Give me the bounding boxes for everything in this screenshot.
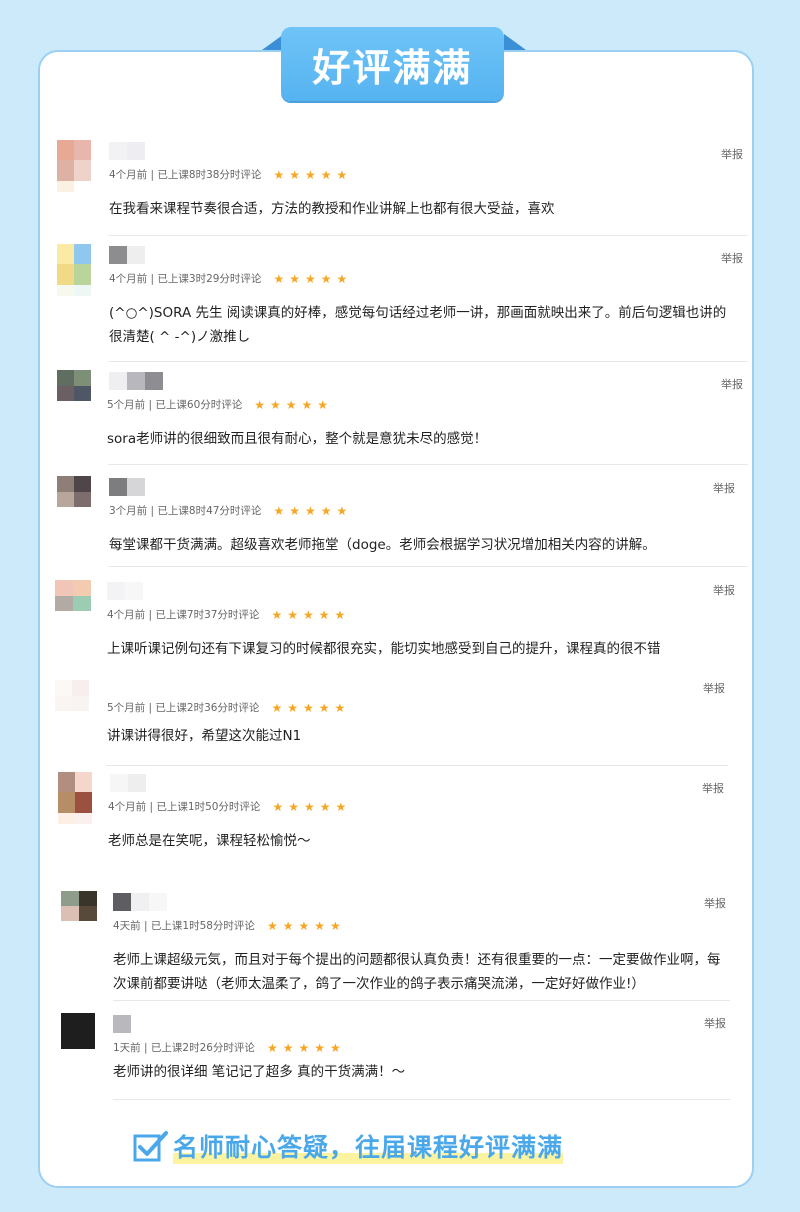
review-meta: 4个月前 | 已上课1时50分时评论 ★★★★★ — [108, 799, 351, 814]
divider — [108, 361, 748, 362]
review-meta: 3个月前 | 已上课8时47分时评论 ★★★★★ — [109, 503, 352, 518]
review-time: 4个月前 | 已上课3时29分时评论 — [109, 273, 262, 285]
divider — [108, 464, 748, 465]
review-item: 4个月前 | 已上课1时50分时评论 ★★★★★ 举报 老师总是在笑呢，课程轻松愉… — [58, 772, 738, 862]
star-rating: ★★★★★ — [273, 503, 353, 518]
star-rating: ★★★★★ — [266, 918, 346, 933]
report-button[interactable]: 举报 — [721, 250, 743, 266]
username-blurred — [113, 1015, 131, 1033]
review-text: 老师上课超级元気，而且对于每个提出的问题都很认真负责！还有很重要的一点：一定要做… — [113, 952, 721, 992]
review-meta: 4个月前 | 已上课3时29分时评论 ★★★★★ — [109, 271, 352, 286]
header-title: 好评满满 — [312, 45, 473, 90]
report-button[interactable]: 举报 — [713, 582, 735, 598]
avatar — [55, 680, 89, 720]
report-button[interactable]: 举报 — [713, 480, 735, 496]
review-text: 讲课讲得很好，希望这次能过N1 — [107, 728, 302, 744]
username-blurred — [107, 582, 143, 600]
star-rating: ★★★★★ — [254, 397, 334, 412]
review-item: 4个月前 | 已上课8时38分时评论 ★★★★★ 举报 在我看来课程节奏很合适，方… — [57, 140, 747, 230]
star-rating: ★★★★★ — [266, 1040, 346, 1055]
review-text: 在我看来课程节奏很合适，方法的教授和作业讲解上也都有很大受益，喜欢 — [109, 201, 555, 217]
review-time: 5个月前 | 已上课60分时评论 — [107, 399, 243, 411]
checkbox-check-icon — [133, 1130, 169, 1162]
star-rating: ★★★★★ — [273, 167, 353, 182]
report-button[interactable]: 举报 — [721, 376, 743, 392]
review-meta: 1天前 | 已上课2时26分时评论 ★★★★★ — [113, 1040, 346, 1055]
avatar — [57, 244, 91, 296]
star-rating: ★★★★★ — [273, 271, 353, 286]
report-button[interactable]: 举报 — [721, 146, 743, 162]
review-meta: 5个月前 | 已上课60分时评论 ★★★★★ — [107, 397, 333, 412]
divider — [113, 1000, 730, 1001]
report-button[interactable]: 举报 — [704, 895, 726, 911]
username-blurred — [113, 893, 167, 911]
review-meta: 4个月前 | 已上课7时37分时评论 ★★★★★ — [107, 607, 350, 622]
avatar — [57, 140, 91, 192]
report-button[interactable]: 举报 — [704, 1015, 726, 1031]
review-item: 4天前 | 已上课1时58分时评论 ★★★★★ 举报 老师上课超级元気，而且对于每… — [61, 891, 741, 992]
footer-text: 名师耐心答疑，往届课程好评满满 — [173, 1128, 564, 1164]
ribbon-right-fold — [504, 34, 526, 50]
username-blurred — [109, 246, 145, 264]
review-text: 老师总是在笑呢，课程轻松愉悦～ — [108, 833, 311, 849]
footer-slogan: 名师耐心答疑，往届课程好评满满 — [133, 1128, 564, 1164]
avatar — [58, 772, 92, 824]
review-item: 1天前 | 已上课2时26分时评论 ★★★★★ 举报 老师讲的很详细 笔记记了超多… — [61, 1013, 741, 1103]
review-text: 上课听课记例句还有下课复习的时候都很充实，能切实地感受到自己的提升，课程真的很不… — [107, 641, 661, 657]
review-time: 1天前 | 已上课2时26分时评论 — [113, 1042, 255, 1054]
review-time: 4个月前 | 已上课8时38分时评论 — [109, 169, 262, 181]
username-blurred — [110, 774, 146, 792]
divider — [113, 1099, 730, 1100]
username-blurred — [109, 372, 163, 390]
avatar — [57, 476, 91, 516]
divider — [108, 566, 748, 567]
star-rating: ★★★★★ — [272, 799, 352, 814]
review-time: 4天前 | 已上课1时58分时评论 — [113, 920, 255, 932]
review-item: 5个月前 | 已上课60分时评论 ★★★★★ 举报 sora老师讲的很细致而且很有… — [57, 370, 747, 460]
avatar — [61, 1013, 95, 1049]
review-text: 每堂课都干货满满。超级喜欢老师拖堂（doge。老师会根据学习状况增加相关内容的讲… — [109, 537, 656, 553]
header-badge: 好评满满 — [281, 27, 504, 101]
report-button[interactable]: 举报 — [703, 680, 725, 696]
star-rating: ★★★★★ — [271, 700, 351, 715]
review-text: 老师讲的很详细 笔记记了超多 真的干货满满！～ — [113, 1064, 406, 1080]
review-time: 3个月前 | 已上课8时47分时评论 — [109, 505, 262, 517]
review-item: 4个月前 | 已上课3时29分时评论 ★★★★★ 举报 (^○^)SORA 先生 … — [57, 244, 747, 354]
review-item: 5个月前 | 已上课2时36分时评论 ★★★★★ 举报 讲课讲得很好，希望这次能过… — [55, 680, 735, 760]
review-item: 4个月前 | 已上课7时37分时评论 ★★★★★ 举报 上课听课记例句还有下课复习… — [55, 580, 745, 670]
username-blurred — [109, 478, 145, 496]
review-text: (^○^)SORA 先生 阅读课真的好棒，感觉每句话经过老师一讲，那画面就映出来… — [109, 305, 727, 345]
divider — [108, 235, 748, 236]
avatar — [57, 370, 91, 410]
star-rating: ★★★★★ — [271, 607, 351, 622]
avatar — [55, 580, 91, 620]
report-button[interactable]: 举报 — [702, 780, 724, 796]
review-text: sora老师讲的很细致而且很有耐心，整个就是意犹未尽的感觉！ — [107, 431, 488, 447]
review-time: 5个月前 | 已上课2时36分时评论 — [107, 702, 260, 714]
review-time: 4个月前 | 已上课7时37分时评论 — [107, 609, 260, 621]
review-meta: 4个月前 | 已上课8时38分时评论 ★★★★★ — [109, 167, 352, 182]
review-meta: 5个月前 | 已上课2时36分时评论 ★★★★★ — [107, 700, 350, 715]
review-item: 3个月前 | 已上课8时47分时评论 ★★★★★ 举报 每堂课都干货满满。超级喜欢… — [57, 476, 747, 566]
avatar — [61, 891, 97, 929]
review-time: 4个月前 | 已上课1时50分时评论 — [108, 801, 261, 813]
username-blurred — [109, 142, 145, 160]
divider — [106, 765, 728, 766]
review-meta: 4天前 | 已上课1时58分时评论 ★★★★★ — [113, 918, 346, 933]
